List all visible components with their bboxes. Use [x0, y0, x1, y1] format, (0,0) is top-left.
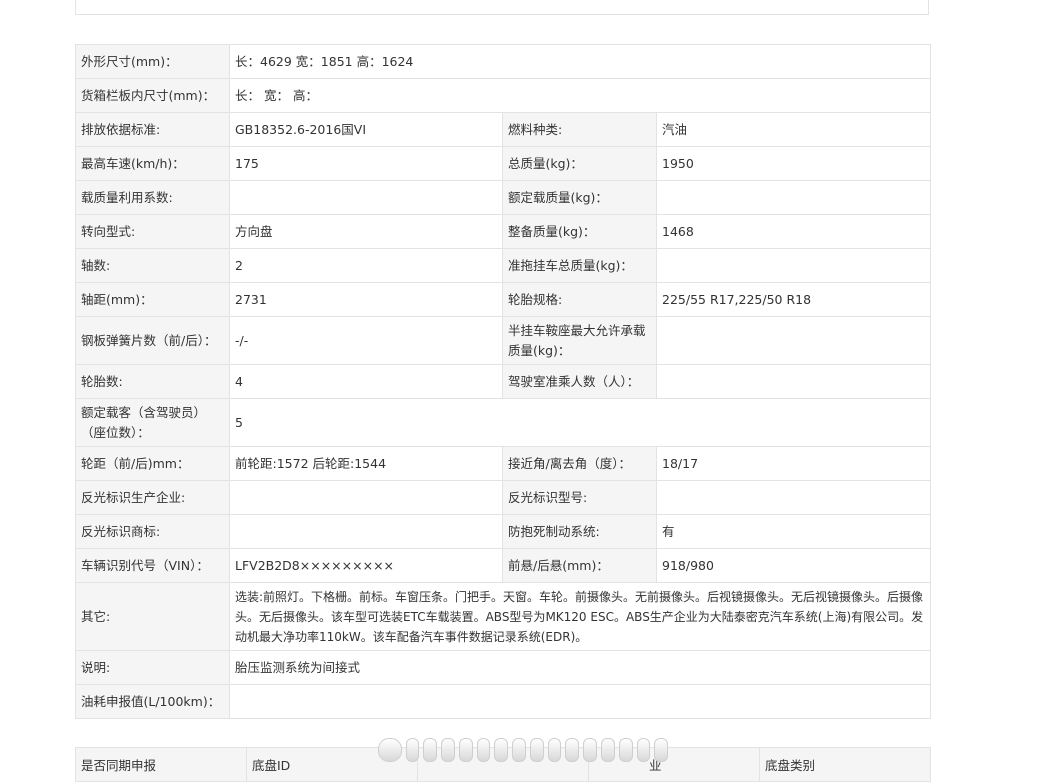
spec-value [655, 364, 932, 399]
spec-row-steering: 转向型式: 方向盘 整备质量(kg)： 1468 [75, 214, 932, 249]
spec-label: 轴数: [75, 248, 230, 283]
spec-label: 整备质量(kg)： [502, 214, 657, 249]
spec-value: 前轮距:1572 后轮距:1544 [229, 446, 503, 481]
spec-row-wheelbase: 轴距(mm)： 2731 轮胎规格: 225/55 R17,225/50 R18 [75, 282, 932, 317]
spec-value: 方向盘 [229, 214, 503, 249]
spec-row-tires: 轮胎数: 4 驾驶室准乘人数（人）： [75, 364, 932, 399]
spec-value: 2 [229, 248, 503, 283]
watermark-shape [512, 738, 526, 762]
spec-row-load-factor: 载质量利用系数: 额定载质量(kg)： [75, 180, 932, 215]
spec-value [229, 180, 503, 215]
spec-label: 前悬/后悬(mm)： [502, 548, 657, 583]
spec-row-leaf-springs: 钢板弹簧片数（前/后）： -/- 半挂车鞍座最大允许承载质量(kg)： [75, 316, 932, 365]
watermark-shape [583, 738, 597, 762]
spec-label: 排放依据标准: [75, 112, 230, 147]
spec-value: 胎压监测系统为间接式 [228, 650, 932, 685]
vehicle-spec-table: 外形尺寸(mm)： 长：4629 宽：1851 高：1624 货箱栏板内尺寸(m… [75, 44, 932, 719]
spec-value: 有 [655, 514, 932, 549]
spec-value: 长：4629 宽：1851 高：1624 [228, 44, 932, 79]
spec-label: 油耗申报值(L/100km)： [75, 684, 230, 719]
watermark-shape [476, 738, 491, 762]
spec-label: 反光标识型号: [502, 480, 657, 515]
spec-label: 额定载客（含驾驶员）（座位数）： [75, 398, 230, 447]
spec-label: 车辆识别代号（VIN）： [75, 548, 230, 583]
previous-table-fragment [75, 0, 929, 15]
spec-value: LFV2B2D8××××××××× [229, 548, 503, 583]
watermark-shape [636, 738, 651, 762]
spec-value: 225/55 R17,225/50 R18 [655, 282, 932, 317]
spec-label: 钢板弹簧片数（前/后）： [75, 316, 230, 365]
watermark-shape [458, 738, 473, 762]
watermark-shape [618, 738, 633, 762]
spec-label: 半挂车鞍座最大允许承载质量(kg)： [502, 316, 657, 365]
spec-row-axles: 轴数: 2 准拖挂车总质量(kg)： [75, 248, 932, 283]
spec-value: 长： 宽： 高： [228, 78, 932, 113]
spec-value [228, 684, 932, 719]
chassis-header-cell: 是否同期申报 [75, 747, 247, 782]
spec-row-fuel-consumption: 油耗申报值(L/100km)： [75, 684, 932, 719]
spec-label: 总质量(kg)： [502, 146, 657, 181]
watermark-shape [378, 738, 402, 762]
spec-row-reflector-brand: 反光标识商标: 防抱死制动系统: 有 [75, 514, 932, 549]
spec-row-reflector-maker: 反光标识生产企业: 反光标识型号: [75, 480, 932, 515]
spec-label: 轮距（前/后)mm： [75, 446, 230, 481]
spec-label: 说明: [75, 650, 230, 685]
spec-value: 1468 [655, 214, 932, 249]
watermark-shape [547, 738, 562, 762]
spec-label: 额定载质量(kg)： [502, 180, 657, 215]
spec-value [655, 248, 932, 283]
spec-label: 接近角/离去角（度）： [502, 446, 657, 481]
spec-row-vin: 车辆识别代号（VIN）： LFV2B2D8××××××××× 前悬/后悬(mm)… [75, 548, 932, 583]
spec-row-other: 其它: 选装:前照灯。下格栅。前标。车窗压条。门把手。天窗。车轮。前摄像头。无前… [75, 582, 932, 651]
spec-label: 货箱栏板内尺寸(mm)： [75, 78, 230, 113]
spec-label: 反光标识商标: [75, 514, 230, 549]
spec-value [229, 514, 503, 549]
spec-value [655, 180, 932, 215]
watermark-shape [600, 738, 615, 762]
spec-label: 载质量利用系数: [75, 180, 230, 215]
spec-value: 4 [229, 364, 503, 399]
spec-label: 轮胎数: [75, 364, 230, 399]
spec-value: GB18352.6-2016国VI [229, 112, 503, 147]
spec-value: 918/980 [655, 548, 932, 583]
spec-label: 防抱死制动系统: [502, 514, 657, 549]
spec-value [655, 316, 932, 365]
spec-label: 最高车速(km/h)： [75, 146, 230, 181]
spec-row-cargo-box: 货箱栏板内尺寸(mm)： 长： 宽： 高： [75, 78, 932, 113]
spec-row-emission: 排放依据标准: GB18352.6-2016国VI 燃料种类: 汽油 [75, 112, 932, 147]
spec-value: 汽油 [655, 112, 932, 147]
watermark-overlay [378, 738, 669, 762]
spec-row-max-speed: 最高车速(km/h)： 175 总质量(kg)： 1950 [75, 146, 932, 181]
watermark-shape [405, 738, 420, 762]
spec-label: 轴距(mm)： [75, 282, 230, 317]
watermark-shape [654, 738, 669, 762]
spec-value: 5 [228, 398, 932, 447]
watermark-shape [494, 738, 509, 762]
spec-value: 1950 [655, 146, 932, 181]
spec-label: 反光标识生产企业: [75, 480, 230, 515]
spec-value [655, 480, 932, 515]
spec-value: -/- [229, 316, 503, 365]
spec-value: 18/17 [655, 446, 932, 481]
spec-label: 轮胎规格: [502, 282, 657, 317]
watermark-shape [529, 738, 544, 762]
spec-label: 准拖挂车总质量(kg)： [502, 248, 657, 283]
spec-value [229, 480, 503, 515]
spec-row-track: 轮距（前/后)mm： 前轮距:1572 后轮距:1544 接近角/离去角（度）：… [75, 446, 932, 481]
watermark-shape [423, 738, 438, 762]
spec-value: 175 [229, 146, 503, 181]
watermark-shape [565, 738, 580, 762]
spec-row-seats: 额定载客（含驾驶员）（座位数）： 5 [75, 398, 932, 447]
spec-label: 其它: [75, 582, 230, 651]
spec-row-notes: 说明: 胎压监测系统为间接式 [75, 650, 932, 685]
spec-label: 燃料种类: [502, 112, 657, 147]
spec-label: 外形尺寸(mm)： [75, 44, 230, 79]
spec-row-dimensions: 外形尺寸(mm)： 长：4629 宽：1851 高：1624 [75, 44, 932, 79]
chassis-header-cell: 底盘类别 [759, 747, 931, 782]
spec-label: 转向型式: [75, 214, 230, 249]
watermark-shape [441, 738, 455, 762]
spec-value: 2731 [229, 282, 503, 317]
spec-label: 驾驶室准乘人数（人）： [502, 364, 657, 399]
spec-value: 选装:前照灯。下格栅。前标。车窗压条。门把手。天窗。车轮。前摄像头。无前摄像头。… [228, 582, 932, 651]
